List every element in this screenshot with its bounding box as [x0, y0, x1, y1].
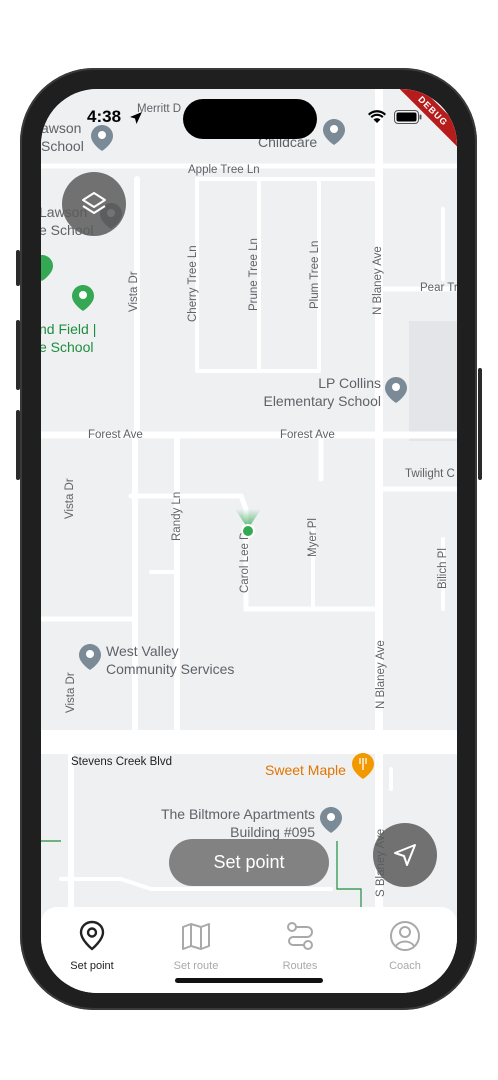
poi-label: School: [41, 138, 84, 154]
restaurant-pin-icon[interactable]: [352, 753, 374, 779]
user-location-icon: [235, 509, 261, 538]
poi-lawson-school-top[interactable]: awson School: [41, 119, 84, 155]
road-label-pear-tree: Pear Tr: [420, 282, 457, 294]
poi-west-valley[interactable]: West Valley Community Services: [106, 642, 234, 678]
map-pin-icon: [79, 920, 105, 951]
home-indicator: [175, 978, 323, 983]
road-label-apple-tree: Apple Tree Ln: [188, 164, 260, 176]
road-label-merritt: Merritt D: [137, 103, 182, 115]
poi-label: awson: [41, 120, 82, 136]
road-label-cherry-tree: Cherry Tree Ln: [187, 245, 199, 322]
road-label-bilich: Bilich Pl: [437, 548, 449, 589]
poi-label: e School: [41, 339, 94, 355]
road-label-plum-tree: Plum Tree Ln: [309, 240, 321, 309]
status-time: 4:38: [87, 107, 122, 126]
road-label-n-blaney-top: N Blaney Ave: [372, 246, 384, 315]
nav-label: Set point: [70, 960, 114, 972]
road-label-myer: Myer Pl: [307, 518, 319, 557]
navigation-arrow-icon: [394, 844, 416, 866]
nav-label: Coach: [389, 960, 421, 972]
school-pin-icon[interactable]: [91, 125, 113, 151]
poi-label: Elementary School: [263, 393, 381, 409]
dynamic-island: [183, 99, 317, 139]
wifi-icon: [368, 110, 386, 123]
nav-label: Routes: [282, 960, 318, 972]
routes-icon: [287, 922, 313, 950]
poi-label: West Valley: [106, 643, 179, 659]
poi-biltmore[interactable]: The Biltmore Apartments Building #095: [157, 805, 315, 841]
location-arrow-icon: [130, 112, 142, 124]
nav-label: Set route: [173, 960, 219, 972]
poi-label: nd Field |: [41, 321, 97, 337]
road-label-n-blaney-mid: N Blaney Ave: [375, 640, 387, 709]
nav-set-point[interactable]: Set point: [52, 919, 132, 972]
layers-icon: [82, 192, 106, 214]
nav-routes[interactable]: Routes: [260, 919, 340, 972]
poi-label: Sweet Maple: [265, 762, 346, 778]
poi-label: The Biltmore Apartments: [160, 806, 315, 822]
nav-coach[interactable]: Coach: [365, 919, 445, 972]
battery-icon: [394, 110, 422, 124]
park-pin-icon[interactable]: [72, 285, 94, 311]
user-circle-icon: [390, 921, 420, 951]
park-pin-icon[interactable]: [41, 255, 53, 281]
road-label-prune-tree: Prune Tree Ln: [248, 238, 260, 311]
road-label-forest-ave-right: Forest Ave: [280, 429, 335, 441]
road-label-forest-ave-left: Forest Ave: [88, 429, 143, 441]
place-pin-icon[interactable]: [323, 119, 345, 145]
road-label-vista-dr-low: Vista Dr: [65, 672, 77, 713]
poi-sweet-maple[interactable]: Sweet Maple: [265, 761, 346, 779]
map-icon: [182, 923, 210, 950]
nav-set-route[interactable]: Set route: [156, 919, 236, 972]
road-label-vista-dr-mid: Vista Dr: [64, 478, 76, 519]
place-pin-icon[interactable]: [79, 644, 101, 670]
road-label-vista-dr-top: Vista Dr: [128, 271, 140, 312]
locate-button[interactable]: [373, 823, 437, 887]
place-pin-icon[interactable]: [320, 807, 342, 833]
road-label-randy: Randy Ln: [171, 491, 183, 541]
road-label-stevens-creek: Stevens Creek Blvd: [71, 756, 172, 768]
poi-label: Community Services: [106, 661, 235, 677]
poi-field-school[interactable]: nd Field | e School: [41, 320, 96, 356]
poi-label: LP Collins: [318, 375, 381, 391]
set-point-button[interactable]: Set point: [169, 839, 329, 886]
poi-lp-collins[interactable]: LP Collins Elementary School: [261, 374, 381, 410]
road-label-twilight: Twilight C: [405, 468, 455, 480]
screen: awson School Childcare Lawson e School n…: [41, 89, 457, 993]
layers-button[interactable]: [62, 172, 126, 236]
school-pin-icon[interactable]: [385, 377, 407, 403]
